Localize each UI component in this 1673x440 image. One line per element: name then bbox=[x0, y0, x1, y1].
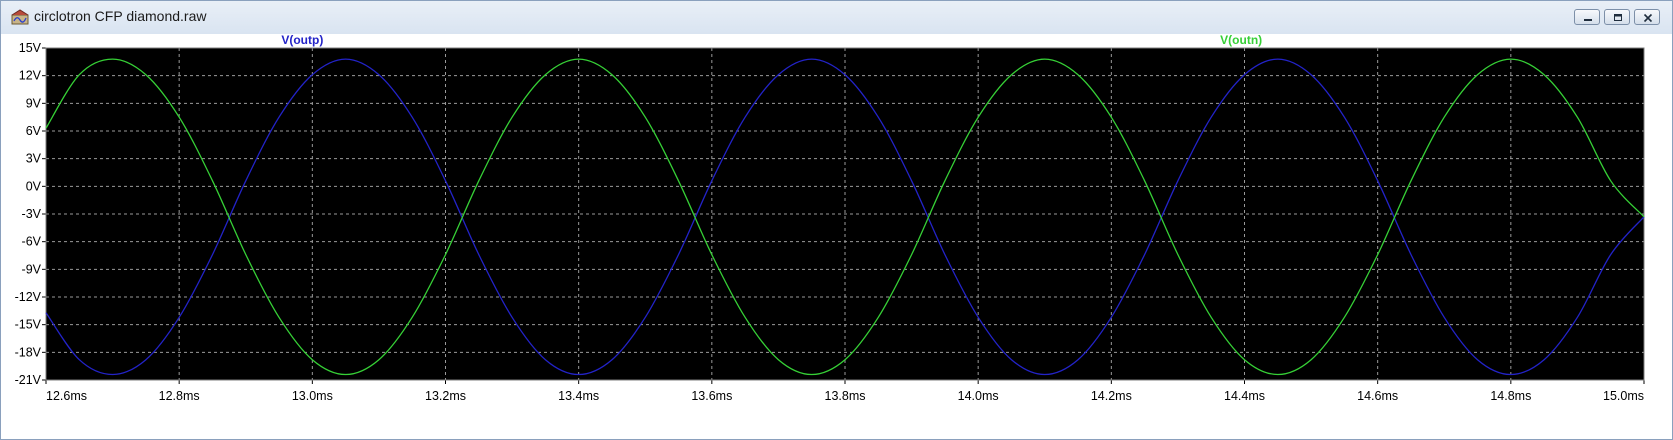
y-tick-label: 15V bbox=[19, 41, 42, 55]
x-tick-label: 13.2ms bbox=[425, 389, 466, 403]
legend-v-outp[interactable]: V(outp) bbox=[281, 34, 323, 47]
x-tick-label: 15.0ms bbox=[1603, 389, 1644, 403]
x-tick-label: 13.8ms bbox=[825, 389, 866, 403]
waveform-chart[interactable]: 15V 12V 9V 6V 3V 0V -3V -6V -9V -12V -15V -18V -21V 1… bbox=[1, 34, 1672, 439]
minimize-button[interactable] bbox=[1574, 9, 1600, 25]
y-tick-label: 12V bbox=[19, 69, 42, 83]
y-tick-label: -3V bbox=[22, 207, 42, 221]
y-tick-label: 0V bbox=[26, 179, 42, 193]
y-tick-label: -6V bbox=[22, 235, 42, 249]
plot-pane[interactable]: 15V 12V 9V 6V 3V 0V -3V -6V -9V -12V -15V -18V -21V 1… bbox=[1, 34, 1672, 439]
y-tick-label: 3V bbox=[26, 152, 42, 166]
y-tick-label: -18V bbox=[15, 345, 42, 359]
title-bar[interactable]: circlotron CFP diamond.raw bbox=[1, 1, 1672, 34]
close-button[interactable] bbox=[1634, 9, 1660, 25]
x-tick-label: 13.0ms bbox=[292, 389, 333, 403]
x-tick-label: 13.6ms bbox=[691, 389, 732, 403]
x-tick-label: 14.0ms bbox=[958, 389, 999, 403]
close-icon bbox=[1643, 13, 1653, 23]
x-tick-label: 14.4ms bbox=[1224, 389, 1265, 403]
x-tick-label: 14.8ms bbox=[1490, 389, 1531, 403]
y-tick-label: -21V bbox=[15, 373, 42, 387]
x-tick-label: 14.2ms bbox=[1091, 389, 1132, 403]
restore-button[interactable] bbox=[1604, 9, 1630, 25]
x-tick-label: 14.6ms bbox=[1357, 389, 1398, 403]
window-title: circlotron CFP diamond.raw bbox=[34, 8, 207, 24]
x-tick-label: 12.6ms bbox=[46, 389, 87, 403]
waveform-window: circlotron CFP diamond.raw 15V 12V 9V 6V 3V 0… bbox=[0, 0, 1673, 440]
legend-v-outn[interactable]: V(outn) bbox=[1220, 34, 1262, 47]
y-tick-label: -9V bbox=[22, 262, 42, 276]
x-tick-label: 12.8ms bbox=[159, 389, 200, 403]
x-tick-label: 13.4ms bbox=[558, 389, 599, 403]
restore-icon bbox=[1614, 14, 1622, 21]
y-tick-label: -12V bbox=[15, 290, 42, 304]
minimize-icon bbox=[1584, 19, 1592, 21]
ltspice-waveform-icon bbox=[11, 9, 29, 25]
y-tick-label: -15V bbox=[15, 318, 42, 332]
y-tick-label: 9V bbox=[26, 96, 42, 110]
y-tick-label: 6V bbox=[26, 124, 42, 138]
